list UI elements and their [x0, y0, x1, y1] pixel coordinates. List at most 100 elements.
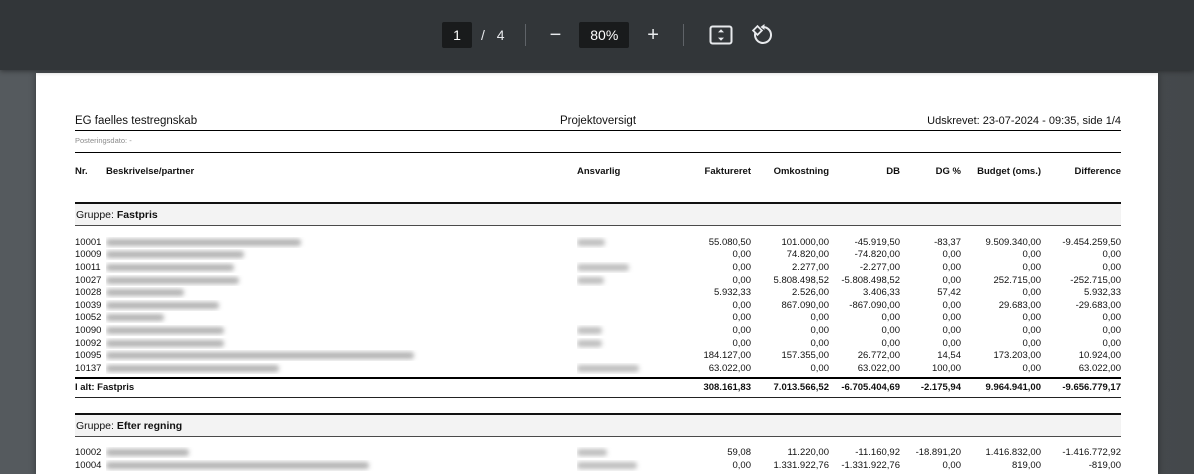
row-value: 252.715,00	[961, 275, 1041, 286]
group-label-prefix: Gruppe:	[76, 420, 117, 432]
group-header: Gruppe: Fastpris	[75, 202, 1121, 226]
row-value: 0,00	[1041, 325, 1121, 336]
zoom-in-button[interactable]: +	[639, 19, 667, 51]
row-value: 2.526,00	[751, 287, 829, 298]
row-value: 0,00	[1041, 338, 1121, 349]
row-value: -867.090,00	[829, 300, 900, 311]
row-number: 10092	[75, 338, 106, 349]
group-rows: 1000155.080,50101.000,00-45.919,50-83,37…	[75, 236, 1121, 375]
table-row: 100390,00867.090,00-867.090,000,0029.683…	[75, 299, 1121, 312]
row-value: 0,00	[1041, 249, 1121, 260]
row-value: 0,00	[751, 325, 829, 336]
row-value: 0,00	[900, 262, 961, 273]
table-row: 100900,000,000,000,000,000,00	[75, 324, 1121, 337]
zoom-level-display[interactable]: 80%	[579, 22, 629, 48]
row-value: 63.022,00	[1041, 363, 1121, 374]
row-number: 10011	[75, 262, 106, 273]
row-value: 100,00	[900, 363, 961, 374]
row-value: 1.416.832,00	[961, 447, 1041, 458]
row-description-redacted	[106, 447, 577, 458]
table-row: 1000155.080,50101.000,00-45.919,50-83,37…	[75, 236, 1121, 249]
row-value: 0,00	[900, 325, 961, 336]
row-value: 0,00	[679, 312, 751, 323]
column-header: Nr.	[75, 166, 106, 177]
redacted-text	[577, 365, 639, 372]
pdf-toolbar: / 4 − 80% +	[0, 0, 1194, 70]
toolbar-controls: / 4 − 80% +	[442, 18, 784, 52]
row-value: 0,00	[679, 275, 751, 286]
row-ansvarlig-redacted	[577, 447, 679, 458]
page-number-input[interactable]	[442, 22, 472, 48]
table-row: 100920,000,000,000,000,000,00	[75, 337, 1121, 350]
redacted-text	[577, 340, 602, 347]
row-value: 0,00	[751, 363, 829, 374]
row-number: 10004	[75, 460, 106, 471]
group-total-value: 308.161,83	[679, 382, 751, 393]
row-value: -2.277,00	[829, 262, 900, 273]
viewer-canvas: EG faelles testregnskab Projektoversigt …	[0, 70, 1194, 474]
row-value: 0,00	[900, 300, 961, 311]
row-value: 0,00	[679, 460, 751, 471]
row-value: 55.080,50	[679, 237, 751, 248]
row-description-redacted	[106, 312, 577, 323]
row-description-redacted	[106, 262, 577, 273]
report-title: Projektoversigt	[560, 115, 636, 127]
row-value: 101.000,00	[751, 237, 829, 248]
row-value: 0,00	[900, 312, 961, 323]
row-number: 10002	[75, 447, 106, 458]
pdf-viewer: / 4 − 80% +	[0, 0, 1194, 474]
redacted-text	[106, 264, 234, 271]
row-value: 0,00	[679, 325, 751, 336]
row-description-redacted	[106, 237, 577, 248]
row-value: 0,00	[1041, 262, 1121, 273]
row-ansvarlig-redacted	[577, 275, 679, 286]
redacted-text	[106, 462, 369, 469]
row-value: 0,00	[900, 275, 961, 286]
row-value: 0,00	[829, 338, 900, 349]
row-value: 11.220,00	[751, 447, 829, 458]
page-count-label: / 4	[481, 27, 509, 43]
row-number: 10028	[75, 287, 106, 298]
group-total-value: 7.013.566,52	[751, 382, 829, 393]
posting-date: Posteringsdato: -	[75, 131, 1121, 153]
row-description-redacted	[106, 300, 577, 311]
row-value: 26.772,00	[829, 350, 900, 361]
row-number: 10027	[75, 275, 106, 286]
table-row: 1000259,0811.220,00-11.160,92-18.891,201…	[75, 447, 1121, 460]
row-value: 0,00	[961, 338, 1041, 349]
row-value: 0,00	[679, 249, 751, 260]
table-body: Gruppe: Fastpris 10001 55.080,50101.000,00…	[75, 202, 1121, 472]
row-number: 10009	[75, 249, 106, 260]
group-rows: 1000259,0811.220,00-11.160,92-18.891,201…	[75, 447, 1121, 472]
column-header: DG %	[900, 166, 961, 177]
row-value: 0,00	[961, 249, 1041, 260]
row-description-redacted	[106, 350, 577, 361]
redacted-text	[577, 264, 629, 271]
table-row: 100520,000,000,000,000,000,00	[75, 312, 1121, 325]
group-total-value: -2.175,94	[900, 382, 961, 393]
row-value: 0,00	[900, 338, 961, 349]
row-value: 59,08	[679, 447, 751, 458]
row-value: 10.924,00	[1041, 350, 1121, 361]
zoom-out-button[interactable]: −	[542, 19, 570, 51]
row-description-redacted	[106, 287, 577, 298]
row-value: 63.022,00	[679, 363, 751, 374]
row-ansvarlig-redacted	[577, 460, 679, 471]
row-value: -83,37	[900, 237, 961, 248]
row-value: 3.406,33	[829, 287, 900, 298]
redacted-text	[106, 302, 219, 309]
rotate-button[interactable]	[742, 18, 784, 52]
row-value: 2.277,00	[751, 262, 829, 273]
redacted-text	[577, 449, 607, 456]
report-header: EG faelles testregnskab Projektoversigt …	[75, 109, 1121, 131]
row-value: 29.683,00	[961, 300, 1041, 311]
column-header: Budget (oms.)	[961, 166, 1041, 177]
row-ansvarlig-redacted	[577, 363, 679, 374]
row-value: 5.932,33	[679, 287, 751, 298]
row-number: 10001	[75, 237, 106, 248]
column-header: Faktureret	[679, 166, 751, 177]
column-header: Ansvarlig	[577, 166, 679, 177]
table-row: 100270,005.808.498,52-5.808.498,520,0025…	[75, 274, 1121, 287]
fit-to-page-icon	[709, 25, 733, 45]
fit-to-page-button[interactable]	[700, 20, 742, 50]
